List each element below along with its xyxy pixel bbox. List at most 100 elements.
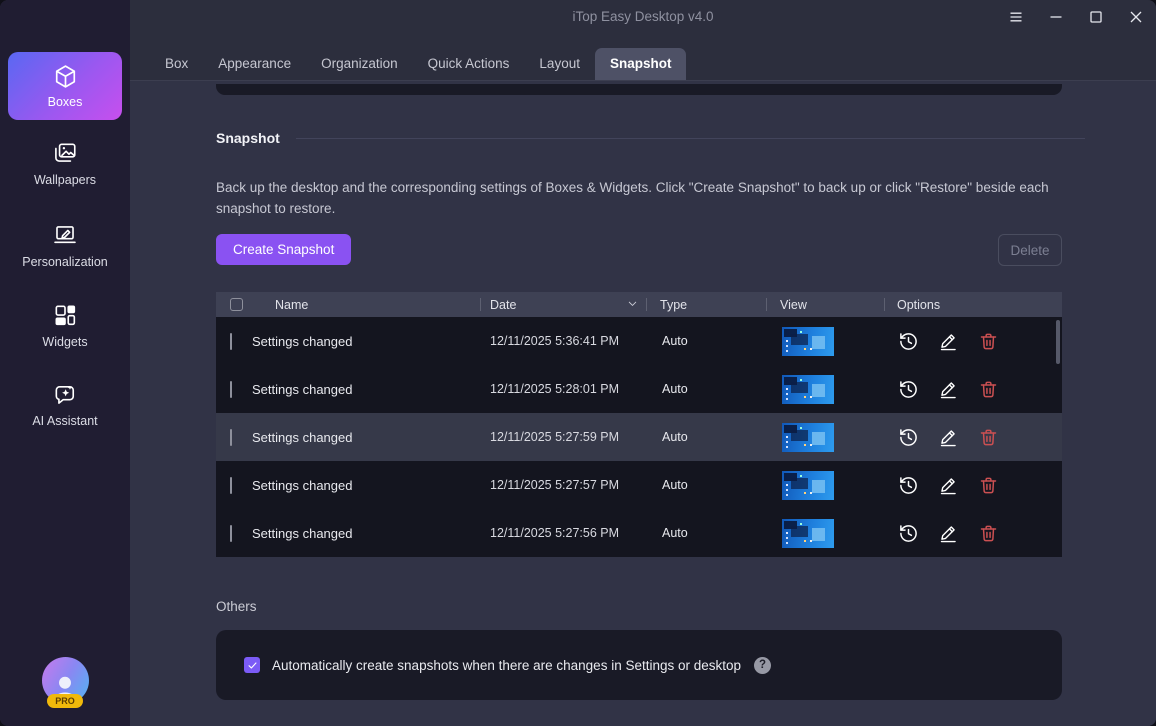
auto-snapshot-checkbox[interactable] xyxy=(244,657,260,673)
tab-organization[interactable]: Organization xyxy=(306,48,413,80)
pro-badge: PRO xyxy=(47,694,83,708)
chevron-down-icon[interactable] xyxy=(626,297,639,313)
create-snapshot-button[interactable]: Create Snapshot xyxy=(216,234,351,265)
sidebar-item-label: Personalization xyxy=(22,255,107,269)
window-controls xyxy=(1007,0,1144,34)
sidebar-item-wallpapers[interactable]: Wallpapers xyxy=(0,140,130,187)
table-row[interactable]: Settings changed 12/11/2025 5:27:56 PM A… xyxy=(216,509,1062,557)
help-icon[interactable]: ? xyxy=(754,657,771,674)
wallpapers-icon xyxy=(52,140,78,166)
snapshot-name: Settings changed xyxy=(252,526,480,541)
others-section-title: Others xyxy=(216,599,257,614)
row-checkbox[interactable] xyxy=(230,381,232,398)
sidebar-item-personalization[interactable]: Personalization xyxy=(0,222,130,269)
delete-button[interactable]: Delete xyxy=(998,234,1062,266)
snapshot-type: Auto xyxy=(646,334,766,348)
snapshot-table: Name Date Type View Options Settings cha… xyxy=(216,292,1062,557)
sidebar-item-label: Wallpapers xyxy=(34,173,96,187)
previous-panel-edge xyxy=(216,84,1062,95)
snapshot-name: Settings changed xyxy=(252,382,480,397)
snapshot-name: Settings changed xyxy=(252,430,480,445)
auto-snapshot-label: Automatically create snapshots when ther… xyxy=(272,658,741,673)
snapshot-description: Back up the desktop and the correspondin… xyxy=(216,177,1064,219)
delete-icon[interactable] xyxy=(976,425,1000,449)
sidebar-item-label: Boxes xyxy=(48,95,83,109)
delete-icon[interactable] xyxy=(976,329,1000,353)
snapshot-page: Snapshot Back up the desktop and the cor… xyxy=(130,81,1156,726)
table-row[interactable]: Settings changed 12/11/2025 5:36:41 PM A… xyxy=(216,317,1062,365)
sidebar-item-label: AI Assistant xyxy=(32,414,97,428)
column-header-date[interactable]: Date xyxy=(480,292,646,317)
column-header-name[interactable]: Name xyxy=(252,292,480,317)
edit-icon[interactable] xyxy=(936,473,960,497)
row-options xyxy=(884,425,1062,449)
column-header-view[interactable]: View xyxy=(766,292,884,317)
edit-icon[interactable] xyxy=(936,377,960,401)
tab-bar: Box Appearance Organization Quick Action… xyxy=(130,34,1156,81)
close-icon[interactable] xyxy=(1127,9,1144,26)
table-row[interactable]: Settings changed 12/11/2025 5:28:01 PM A… xyxy=(216,365,1062,413)
snapshot-preview[interactable] xyxy=(782,375,834,404)
maximize-icon[interactable] xyxy=(1087,9,1104,26)
restore-icon[interactable] xyxy=(896,329,920,353)
restore-icon[interactable] xyxy=(896,473,920,497)
row-checkbox[interactable] xyxy=(230,429,232,446)
app-window: Boxes Wallpapers Personalization Widgets… xyxy=(0,0,1156,726)
restore-icon[interactable] xyxy=(896,521,920,545)
edit-icon[interactable] xyxy=(936,329,960,353)
table-row-highlighted[interactable]: Settings changed 12/11/2025 5:27:59 PM A… xyxy=(216,413,1062,461)
column-header-type[interactable]: Type xyxy=(646,292,766,317)
edit-icon[interactable] xyxy=(936,521,960,545)
snapshot-preview[interactable] xyxy=(782,327,834,356)
section-title: Snapshot xyxy=(216,130,280,146)
table-body: Settings changed 12/11/2025 5:36:41 PM A… xyxy=(216,317,1062,557)
snapshot-name: Settings changed xyxy=(252,478,480,493)
snapshot-type: Auto xyxy=(646,430,766,444)
row-options xyxy=(884,329,1062,353)
edit-icon[interactable] xyxy=(936,425,960,449)
snapshot-date: 12/11/2025 5:36:41 PM xyxy=(480,334,646,348)
snapshot-preview[interactable] xyxy=(782,423,834,452)
row-options xyxy=(884,377,1062,401)
tab-quick-actions[interactable]: Quick Actions xyxy=(413,48,525,80)
snapshot-date: 12/11/2025 5:27:56 PM xyxy=(480,526,646,540)
select-all-checkbox[interactable] xyxy=(230,298,243,311)
table-row[interactable]: Settings changed 12/11/2025 5:27:57 PM A… xyxy=(216,461,1062,509)
snapshot-preview[interactable] xyxy=(782,471,834,500)
row-checkbox[interactable] xyxy=(230,477,232,494)
minimize-icon[interactable] xyxy=(1047,9,1064,26)
sidebar-item-widgets[interactable]: Widgets xyxy=(0,302,130,349)
sidebar-item-boxes[interactable]: Boxes xyxy=(8,52,122,120)
column-header-options[interactable]: Options xyxy=(884,292,1062,317)
row-checkbox[interactable] xyxy=(230,333,232,350)
delete-icon[interactable] xyxy=(976,473,1000,497)
personalization-icon xyxy=(52,222,78,248)
restore-icon[interactable] xyxy=(896,425,920,449)
box-cube-icon xyxy=(52,63,79,90)
delete-icon[interactable] xyxy=(976,521,1000,545)
tab-layout[interactable]: Layout xyxy=(524,48,595,80)
column-header-label: Date xyxy=(490,298,516,312)
main-area: iTop Easy Desktop v4.0 Box Appearance Or… xyxy=(130,0,1156,726)
sidebar-item-label: Widgets xyxy=(42,335,87,349)
row-options xyxy=(884,473,1062,497)
menu-icon[interactable] xyxy=(1007,9,1024,26)
others-panel: Automatically create snapshots when ther… xyxy=(216,630,1062,700)
snapshot-type: Auto xyxy=(646,478,766,492)
tab-appearance[interactable]: Appearance xyxy=(203,48,306,80)
restore-icon[interactable] xyxy=(896,377,920,401)
window-title: iTop Easy Desktop v4.0 xyxy=(130,0,1156,34)
table-scrollbar[interactable] xyxy=(1056,320,1060,364)
snapshot-date: 12/11/2025 5:27:57 PM xyxy=(480,478,646,492)
tab-box[interactable]: Box xyxy=(150,48,203,80)
row-checkbox[interactable] xyxy=(230,525,232,542)
tab-snapshot[interactable]: Snapshot xyxy=(595,48,687,80)
snapshot-preview[interactable] xyxy=(782,519,834,548)
table-header: Name Date Type View Options xyxy=(216,292,1062,317)
snapshot-name: Settings changed xyxy=(252,334,480,349)
snapshot-section-header: Snapshot xyxy=(216,130,1085,146)
snapshot-date: 12/11/2025 5:28:01 PM xyxy=(480,382,646,396)
delete-icon[interactable] xyxy=(976,377,1000,401)
sidebar-item-ai-assistant[interactable]: AI Assistant xyxy=(0,381,130,428)
check-icon xyxy=(247,660,258,671)
